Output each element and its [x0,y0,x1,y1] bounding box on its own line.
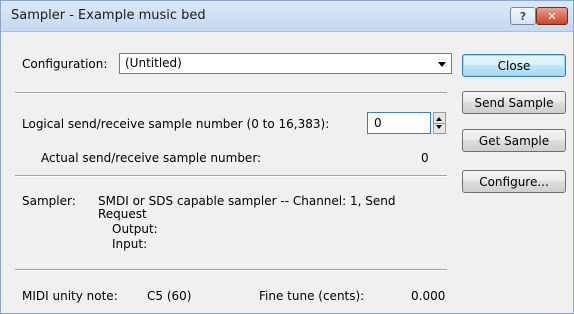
sampler-description-line1: SMDI or SDS capable sampler -- Channel: … [98,194,396,208]
title-bar: Sampler - Example music bed ? ✕ [1,1,573,32]
help-icon: ? [519,9,527,23]
midi-unity-label: MIDI unity note: [22,289,118,303]
sampler-label: Sampler: [22,194,76,208]
get-sample-button[interactable]: Get Sample [462,129,566,152]
get-sample-label: Get Sample [478,133,550,148]
spin-up-icon [436,117,442,121]
output-label: Output: [112,222,158,236]
close-icon: ✕ [547,9,557,23]
fine-tune-label: Fine tune (cents): [259,289,365,303]
midi-unity-value: C5 (60) [147,289,192,303]
close-button-label: Close [497,58,531,73]
help-button[interactable]: ? [510,7,536,25]
sampler-dialog: Sampler - Example music bed ? ✕ Configur… [0,0,574,314]
separator-middle [15,175,447,177]
sampler-description-line2: Request [98,207,147,221]
send-sample-label: Send Sample [474,95,554,110]
window-title: Sampler - Example music bed [11,8,206,23]
logical-sample-input[interactable] [367,112,431,134]
configure-button[interactable]: Configure... [462,170,566,193]
configure-label: Configure... [479,174,549,189]
input-label: Input: [112,237,148,251]
fine-tune-value: 0.000 [411,289,446,303]
send-sample-button[interactable]: Send Sample [462,91,566,114]
close-button[interactable]: Close [462,54,566,77]
sample-number-spinner[interactable] [433,112,446,134]
window-close-button[interactable]: ✕ [536,7,568,25]
separator-bottom [15,269,447,271]
separator-top [15,92,447,94]
chevron-down-icon [438,62,446,67]
actual-sample-value: 0 [421,151,429,165]
configuration-dropdown[interactable]: (Untitled) [119,53,452,74]
spin-down-icon [436,125,442,129]
configuration-label: Configuration: [22,57,108,71]
actual-sample-label: Actual send/receive sample number: [41,151,262,165]
spinner-divider [434,123,445,124]
logical-sample-label: Logical send/receive sample number (0 to… [22,117,330,131]
configuration-value: (Untitled) [125,56,182,70]
